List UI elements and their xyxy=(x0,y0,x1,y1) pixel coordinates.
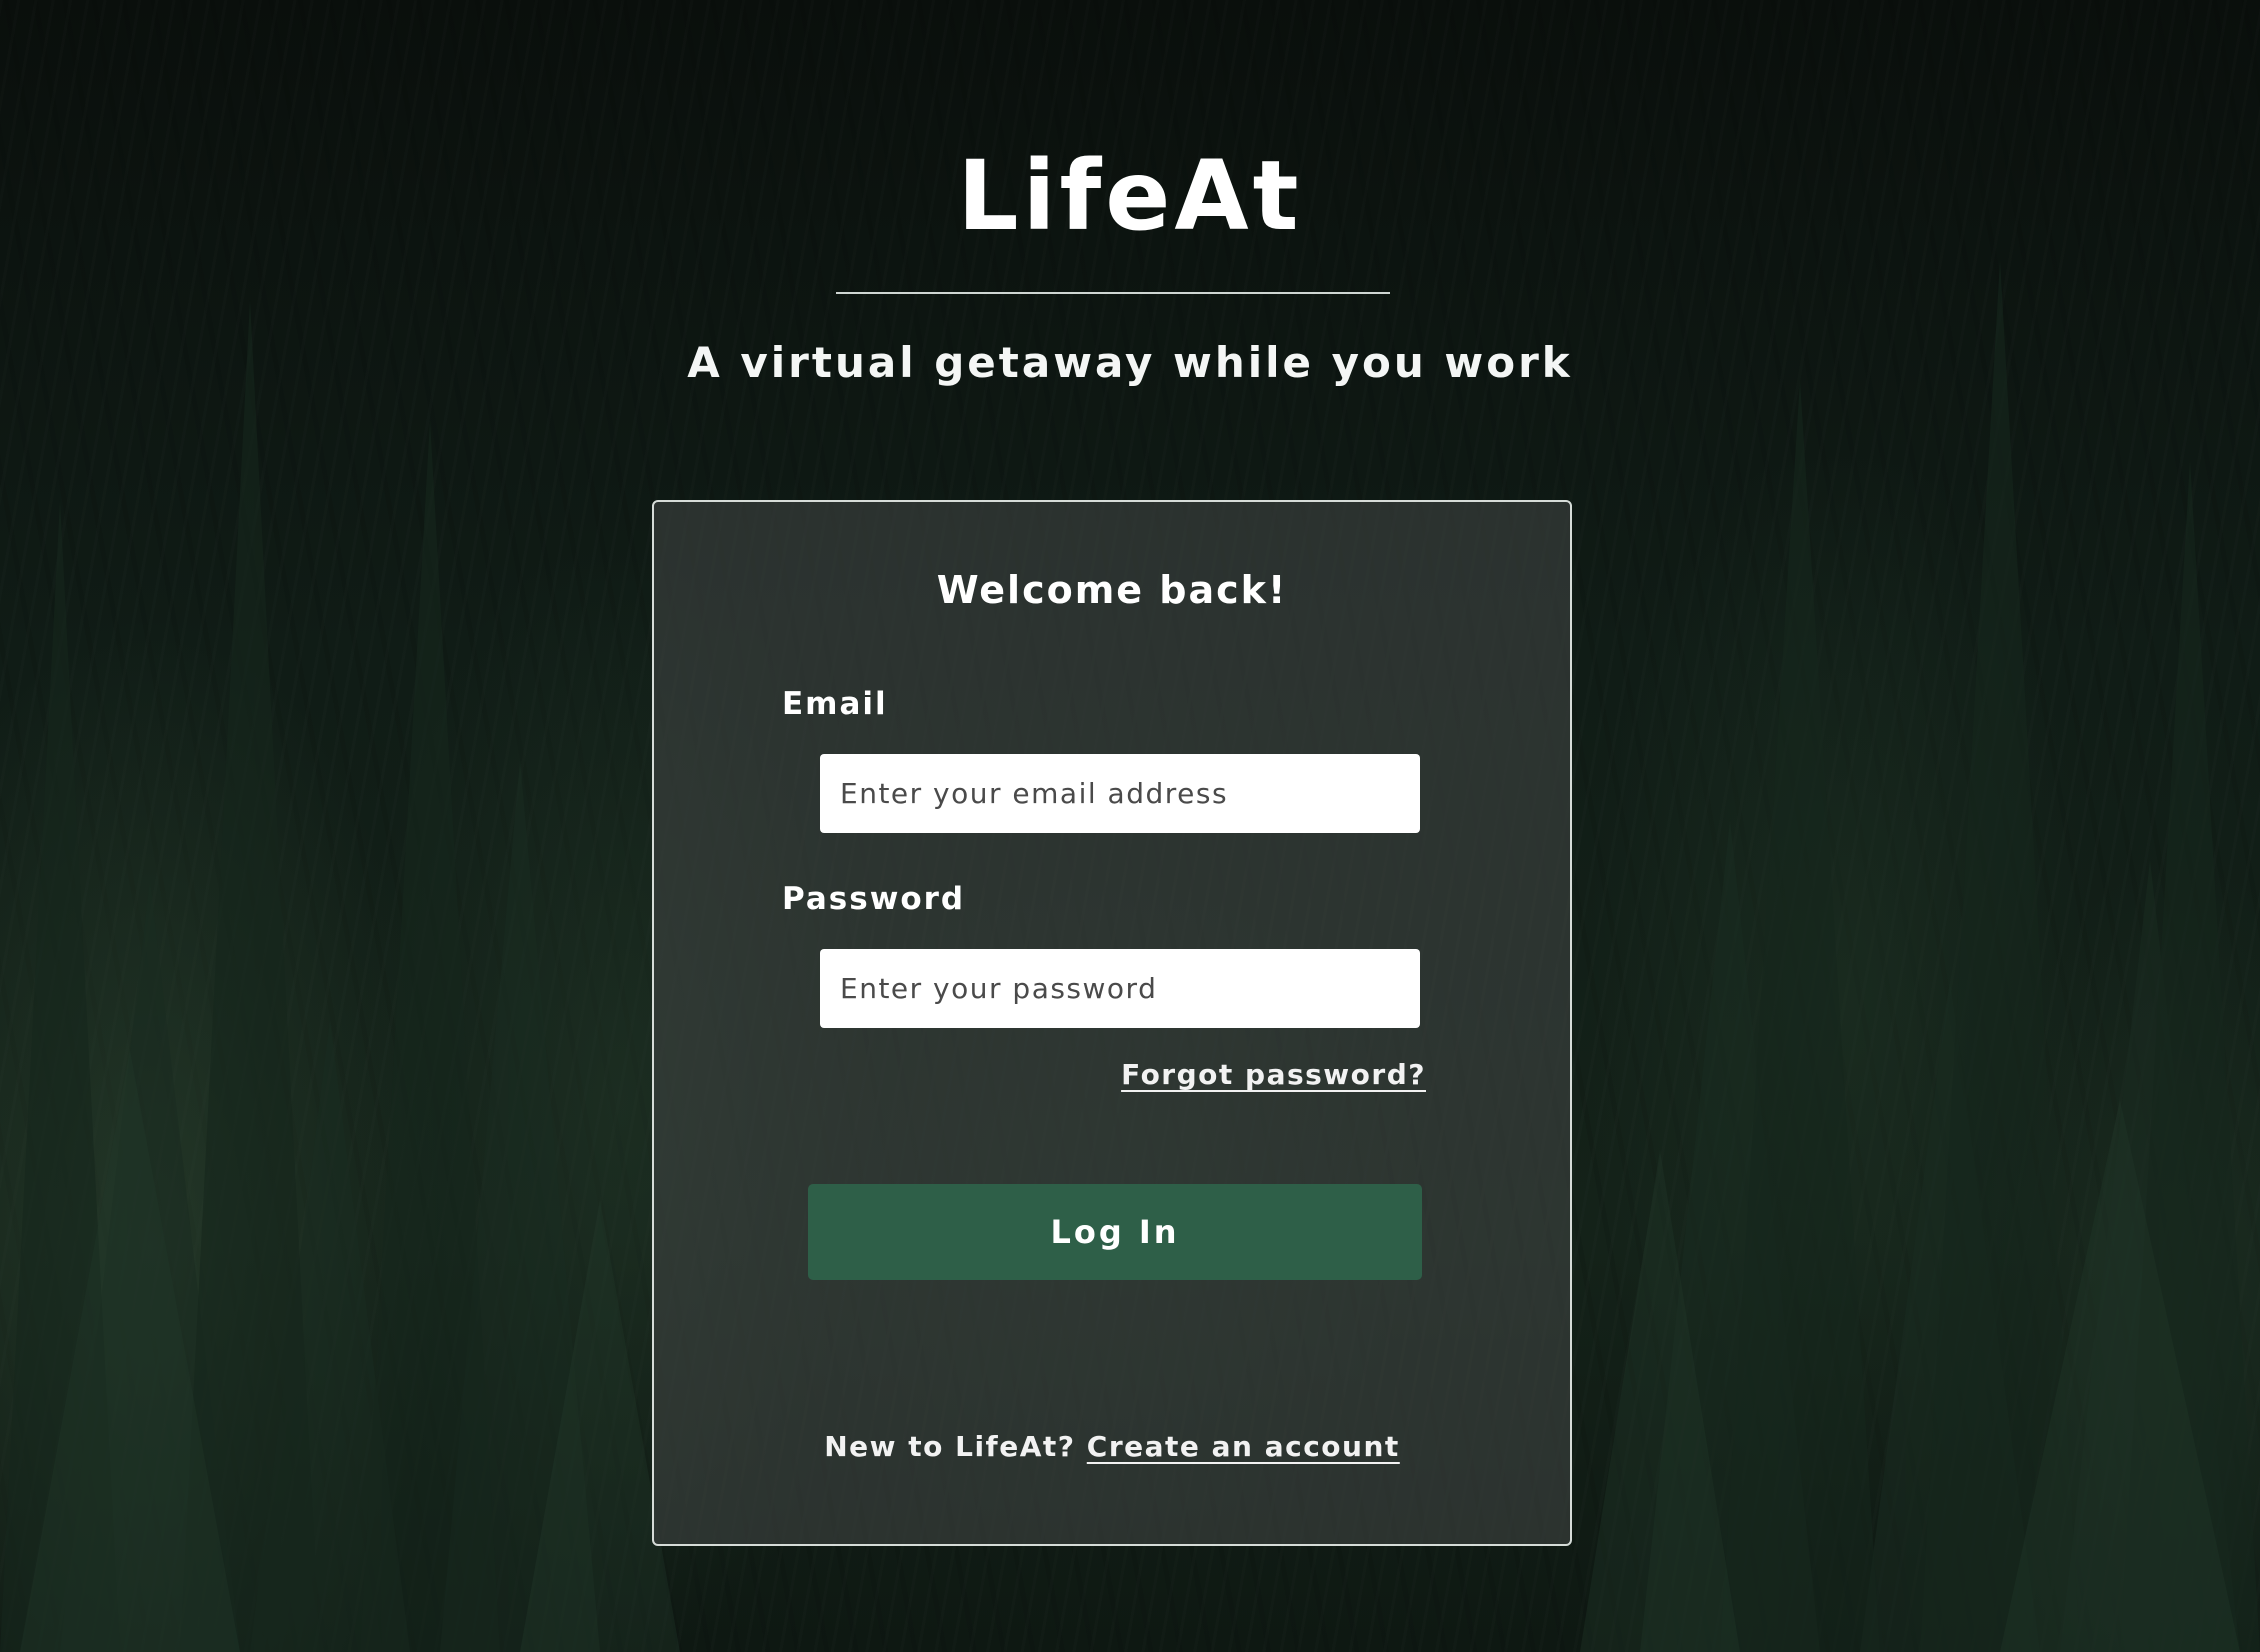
password-field[interactable] xyxy=(820,949,1420,1028)
email-label: Email xyxy=(782,686,888,722)
password-label: Password xyxy=(782,881,966,917)
login-button[interactable]: Log In xyxy=(808,1184,1422,1280)
tagline: A virtual getaway while you work xyxy=(687,338,1573,387)
signup-row: New to LifeAt? Create an account xyxy=(654,1430,1570,1463)
title-divider xyxy=(836,292,1390,294)
card-heading: Welcome back! xyxy=(936,568,1288,612)
app-title: LifeAt xyxy=(957,140,1303,252)
login-card: Welcome back! Email Password Forgot pass… xyxy=(652,500,1572,1546)
email-field[interactable] xyxy=(820,754,1420,833)
create-account-link[interactable]: Create an account xyxy=(1087,1430,1400,1463)
signup-prompt: New to LifeAt? xyxy=(824,1430,1087,1463)
forgot-password-link[interactable]: Forgot password? xyxy=(1121,1058,1426,1091)
